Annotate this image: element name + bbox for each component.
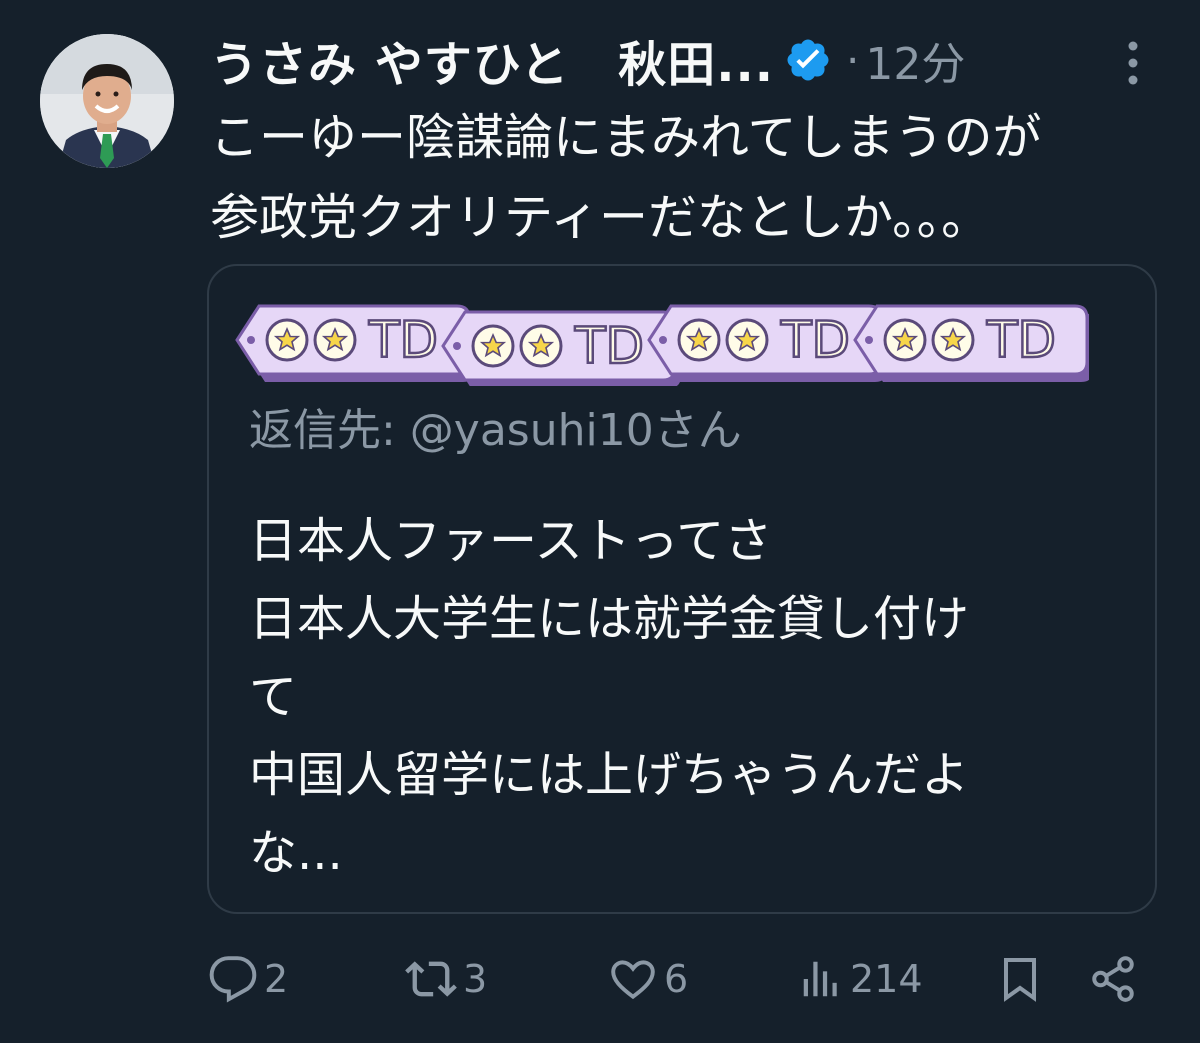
star-icon [883,318,927,362]
reply-count: 2 [264,957,289,1001]
retweet-button[interactable]: 3 [405,944,487,1014]
reply-button[interactable]: 2 [208,944,288,1014]
timestamp[interactable]: 12分 [865,28,965,92]
star-icon [313,318,357,362]
star-icon [471,324,515,368]
tweet-actions: 2 3 6 214 [0,944,1200,1014]
tag-2: TD [441,310,681,386]
verified-badge-icon [787,39,829,81]
meta-separator: · [845,35,860,85]
share-button[interactable] [1088,944,1138,1014]
author-name[interactable]: うさみ やすひと 秋田... [210,25,774,95]
tag-text: TD [368,311,438,369]
tweet-text: こーゆー陰謀論にまみれてしまうのが 参政党クオリティーだなとしか。。。 [210,109,1042,246]
tag-text: TD [986,311,1056,369]
like-button[interactable]: 6 [608,944,688,1014]
tweet-header: うさみ やすひと 秋田... · 12分 [210,25,965,95]
tag-3: TD [647,304,887,382]
retweet-count: 3 [463,957,488,1001]
views-count: 214 [850,957,923,1001]
quoted-tweet-text: 日本人ファーストってさ 日本人大学生には就学金貸し付け て 中国人留学には上げち… [249,513,970,881]
avatar[interactable] [40,34,174,168]
like-count: 6 [664,957,689,1001]
tag-4: TD [853,304,1089,382]
star-icon [931,318,975,362]
reply-to-label[interactable]: 返信先: @yasuhi10さん [249,394,742,458]
like-icon [611,960,655,1000]
bookmark-button[interactable] [996,944,1044,1014]
bookmark-icon [1004,958,1036,1002]
reply-icon [209,956,257,1003]
more-icon[interactable] [1120,38,1146,88]
tweet[interactable]: うさみ やすひと 秋田... · 12分 こーゆー陰謀論にまみれてしまうのが 参… [0,0,1200,1043]
retweet-icon [405,961,457,997]
tag-text: TD [780,311,850,369]
tag-text: TD [574,317,644,375]
views-icon [803,961,837,997]
quoted-tweet-card[interactable]: TD TD TD TD 返信先: @yasuhi10さん 日本人ファーストってさ… [207,264,1157,914]
name-tag-banner: TD TD TD TD [235,304,1089,386]
views-button[interactable]: 214 [798,944,923,1014]
share-icon [1092,956,1134,1002]
star-icon [519,324,563,368]
star-icon [265,318,309,362]
star-icon [725,318,769,362]
tag-1: TD [235,304,475,382]
avatar-photo [40,34,174,168]
star-icon [677,318,721,362]
